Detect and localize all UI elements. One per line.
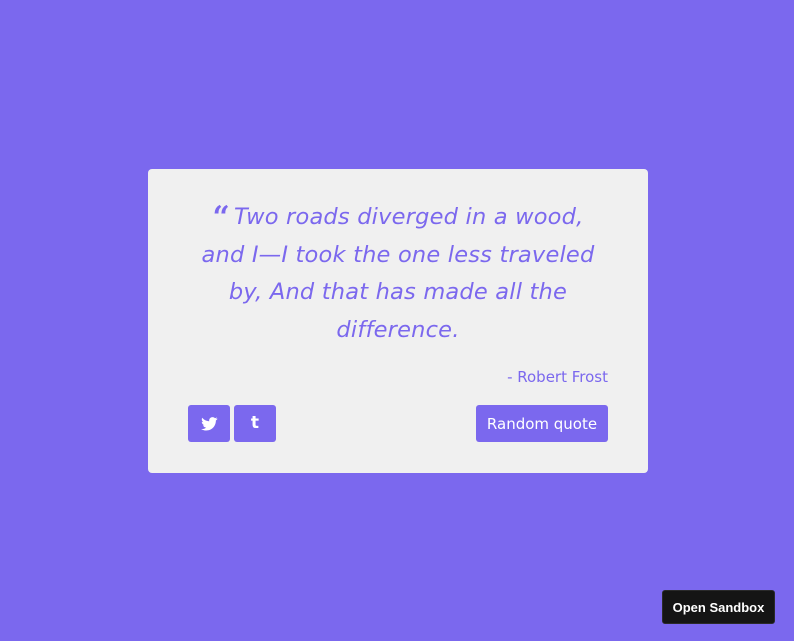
tweet-button[interactable] (188, 405, 230, 442)
random-quote-button[interactable]: Random quote (476, 405, 608, 442)
tumblr-button[interactable]: t (234, 405, 276, 442)
open-sandbox-button[interactable]: Open Sandbox (662, 590, 775, 624)
quote-author: - Robert Frost (507, 368, 608, 386)
quote-left-icon: “ (212, 200, 230, 235)
twitter-icon (200, 416, 218, 431)
quote-body: Two roads diverged in a wood, and I—I to… (201, 204, 595, 343)
quote-text: “Two roads diverged in a wood, and I—I t… (188, 199, 608, 349)
tumblr-icon: t (250, 413, 260, 433)
quote-box: “Two roads diverged in a wood, and I—I t… (148, 169, 648, 473)
page-background: “Two roads diverged in a wood, and I—I t… (0, 0, 794, 641)
